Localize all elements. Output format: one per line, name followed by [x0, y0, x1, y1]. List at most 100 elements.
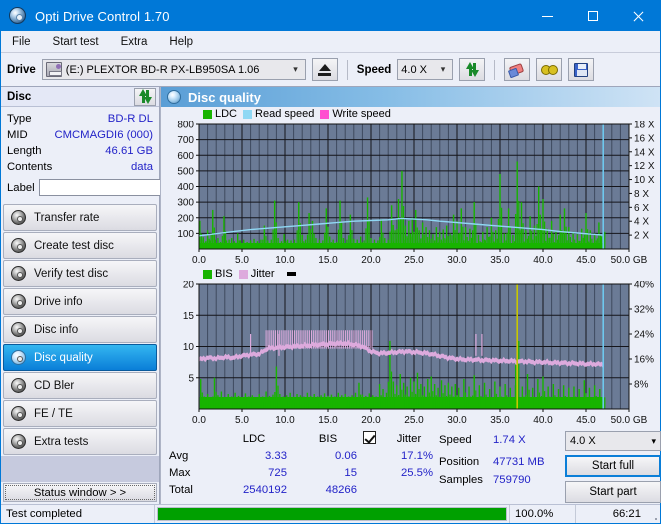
- stats-avg-ldc: 3.33: [265, 450, 287, 462]
- disc-field-length: Length 46.61 GB: [7, 143, 153, 159]
- stats-max-bis: 15: [344, 467, 357, 479]
- minimize-button[interactable]: [525, 1, 570, 31]
- svg-text:800: 800: [177, 121, 194, 131]
- status-window-button[interactable]: Status window > >: [3, 483, 157, 502]
- resize-grip[interactable]: [646, 505, 660, 523]
- sidebar-item-label: Create test disc: [34, 239, 114, 252]
- sidebar-item-cd-bler[interactable]: CD Bler: [3, 372, 157, 399]
- legend-swatch-bis: [203, 269, 212, 279]
- svg-text:50.0 GB: 50.0 GB: [611, 255, 648, 266]
- svg-text:16 X: 16 X: [634, 133, 655, 144]
- drive-icon: [45, 62, 62, 77]
- ldc-chart-legend: LDC Read speed Write speed: [161, 107, 660, 121]
- disc-quality-icon: [167, 90, 181, 104]
- sidebar-item-extra-tests[interactable]: Extra tests: [3, 428, 157, 455]
- svg-text:2 X: 2 X: [634, 231, 649, 242]
- stats-max-jitter: 25.5%: [400, 467, 433, 479]
- disc-field-contents: Contents data: [7, 159, 153, 175]
- sidebar-item-create-test-disc[interactable]: Create test disc: [3, 232, 157, 259]
- position-label: Position: [439, 456, 480, 468]
- scroll-marker-icon: [286, 272, 296, 276]
- close-button[interactable]: [615, 1, 660, 31]
- title-bar: Opti Drive Control 1.70: [1, 1, 660, 31]
- floppy-disk-icon: [574, 62, 589, 77]
- disc-field-value: 46.61 GB: [105, 145, 153, 157]
- sidebar-item-fe-te[interactable]: FE / TE: [3, 400, 157, 427]
- disc-field-mid: MID CMCMAGDI6 (000): [7, 127, 153, 143]
- maximize-button[interactable]: [570, 1, 615, 31]
- svg-text:8%: 8%: [634, 380, 649, 391]
- bookmark-button[interactable]: [536, 58, 563, 81]
- sidebar-item-label: Disc info: [34, 323, 79, 336]
- svg-text:15.0: 15.0: [318, 415, 338, 426]
- start-part-button[interactable]: Start part: [565, 481, 661, 503]
- menu-item-start-test[interactable]: Start test: [50, 34, 102, 50]
- svg-text:20.0: 20.0: [361, 255, 381, 266]
- svg-text:24%: 24%: [634, 330, 654, 341]
- svg-text:20.0: 20.0: [361, 415, 381, 426]
- eject-icon: [318, 63, 332, 76]
- stats-row-label-total: Total: [169, 484, 193, 496]
- speed-label: Speed: [356, 63, 392, 76]
- speed-select[interactable]: 4.0 X ▾: [397, 59, 454, 80]
- legend-label-jitter: Jitter: [250, 268, 275, 280]
- sidebar-item-label: Verify test disc: [34, 267, 109, 280]
- status-message: Test completed: [1, 505, 155, 523]
- app-icon: [9, 7, 27, 25]
- sidebar-item-disc-quality[interactable]: Disc quality: [3, 344, 157, 371]
- test-speed-select[interactable]: 4.0 X ▾: [565, 431, 661, 451]
- ldc-plot: 100 200 300 400 500 600 700 800 2 X 4 X 6 X 8 X 10 X…: [177, 121, 655, 266]
- jitter-checkbox[interactable]: [363, 431, 379, 448]
- nav-list: Transfer rate Create test disc Verify te…: [1, 204, 159, 456]
- disc-field-key: Contents: [7, 161, 53, 173]
- disc-icon: [11, 322, 26, 337]
- sidebar-item-drive-info[interactable]: Drive info: [3, 288, 157, 315]
- sidebar-item-transfer-rate[interactable]: Transfer rate: [3, 204, 157, 231]
- svg-text:10: 10: [183, 342, 195, 353]
- drive-toolbar: Drive (E:) PLEXTOR BD-R PX-LB950SA 1.06 …: [1, 53, 660, 87]
- eject-button[interactable]: [311, 58, 338, 81]
- stats-total-ldc: 2540192: [243, 484, 287, 496]
- drive-label: Drive: [7, 63, 36, 76]
- svg-text:50.0 GB: 50.0 GB: [611, 415, 648, 426]
- refresh-button[interactable]: [459, 58, 486, 81]
- test-info-speed: Speed 1.74 X: [439, 431, 557, 449]
- speed-value: 1.74 X: [493, 434, 526, 446]
- chevron-down-icon: ▾: [440, 64, 446, 74]
- svg-text:8 X: 8 X: [634, 189, 649, 200]
- menu-item-file[interactable]: File: [9, 34, 34, 50]
- toolbar-divider: [494, 59, 496, 80]
- sidebar-item-label: Extra tests: [34, 435, 89, 448]
- progress-bar: [155, 505, 510, 523]
- disc-icon: [11, 294, 26, 309]
- erase-button[interactable]: [504, 58, 531, 81]
- menu-bar: File Start test Extra Help: [1, 31, 660, 53]
- svg-text:5.0: 5.0: [235, 415, 249, 426]
- sidebar-item-verify-test-disc[interactable]: Verify test disc: [3, 260, 157, 287]
- charts-area: LDC Read speed Write speed 100 200 300 400 5…: [161, 107, 660, 427]
- stats-header-jitter: Jitter: [396, 433, 422, 445]
- stats-avg-bis: 0.06: [335, 450, 357, 462]
- svg-text:32%: 32%: [634, 305, 654, 316]
- svg-text:300: 300: [177, 198, 194, 209]
- drive-select-value: (E:) PLEXTOR BD-R PX-LB950SA 1.06: [65, 63, 260, 76]
- disc-icon: [11, 406, 26, 421]
- sidebar-item-label: Drive info: [34, 295, 83, 308]
- start-full-button[interactable]: Start full: [565, 455, 661, 477]
- svg-text:18 X: 18 X: [634, 121, 655, 131]
- panel-header: Disc quality: [161, 87, 660, 107]
- disc-refresh-button[interactable]: [134, 87, 156, 106]
- disc-icon: [11, 434, 26, 449]
- save-button[interactable]: [568, 58, 595, 81]
- drive-select[interactable]: (E:) PLEXTOR BD-R PX-LB950SA 1.06 ▾: [41, 59, 306, 80]
- sidebar-item-disc-info[interactable]: Disc info: [3, 316, 157, 343]
- samples-label: Samples: [439, 474, 483, 486]
- svg-text:30.0: 30.0: [447, 255, 467, 266]
- body: Disc Type BD-R DL MID CMCMAGDI6 (000) Le…: [1, 87, 661, 505]
- menu-item-extra[interactable]: Extra: [118, 34, 151, 50]
- sidebar-filler: [1, 456, 159, 482]
- disc-field-type: Type BD-R DL: [7, 111, 153, 127]
- stats-area: LDC BIS Jitter Avg 3.33 0.06 17.1% Max 7…: [161, 427, 661, 505]
- menu-item-help[interactable]: Help: [166, 34, 196, 50]
- sidebar-item-label: Disc quality: [34, 351, 93, 364]
